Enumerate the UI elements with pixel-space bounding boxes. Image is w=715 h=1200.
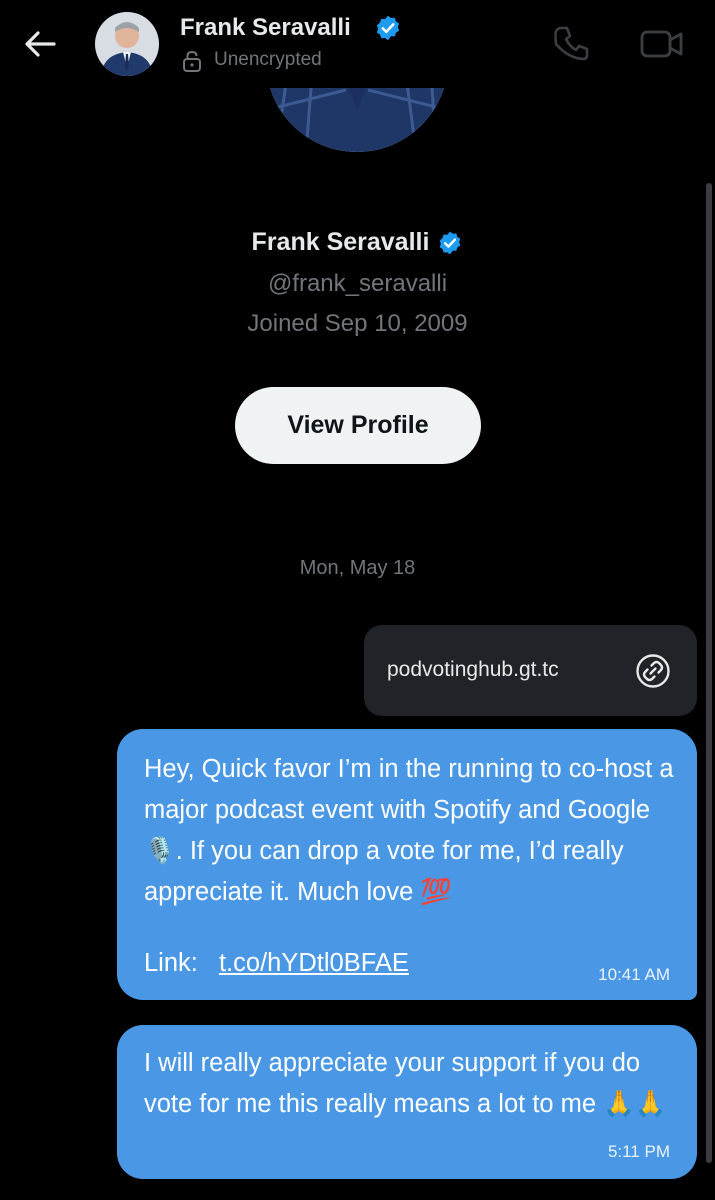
- lock-icon: [182, 50, 202, 72]
- message-bubble[interactable]: Hey, Quick favor I’m in the running to c…: [117, 729, 697, 1000]
- message-link-label: Link:: [144, 949, 198, 977]
- verified-badge-icon: [374, 14, 402, 42]
- profile-joined-date: Joined Sep 10, 2009: [247, 310, 468, 337]
- date-separator: Mon, May 18: [299, 557, 416, 579]
- message-timestamp: 10:41 AM: [598, 965, 670, 984]
- link-preview-url[interactable]: podvotinghub.gt.tc: [387, 658, 559, 682]
- conversation-header: Frank Seravalli Unencrypted: [0, 0, 715, 88]
- profile-handle: @frank_seravalli: [267, 270, 448, 297]
- link-icon: [636, 654, 670, 688]
- avatar[interactable]: [95, 12, 159, 76]
- message-timestamp: 5:11 PM: [607, 1142, 670, 1161]
- encryption-status: Unencrypted: [214, 49, 322, 70]
- link-preview-card[interactable]: podvotinghub.gt.tc: [364, 625, 697, 716]
- verified-badge-icon: [440, 231, 461, 254]
- message-bubble[interactable]: I will really appreciate your support if…: [117, 1025, 697, 1179]
- video-call-icon[interactable]: [640, 26, 684, 62]
- phone-call-icon[interactable]: [552, 24, 590, 62]
- scrollbar[interactable]: [706, 183, 712, 1163]
- message-link[interactable]: t.co/hYDtl0BFAE: [219, 949, 409, 977]
- message-text: Hey, Quick favor I’m in the running to c…: [144, 755, 674, 906]
- profile-name-row: Frank Seravalli: [0, 228, 715, 257]
- profile-name: Frank Seravalli: [251, 228, 430, 256]
- back-arrow-icon[interactable]: [20, 24, 60, 64]
- message-link-row: Link: t.co/hYDtl0BFAE: [144, 949, 409, 978]
- message-text: I will really appreciate your support if…: [144, 1049, 667, 1118]
- view-profile-button[interactable]: View Profile: [235, 387, 481, 464]
- header-name[interactable]: Frank Seravalli: [180, 14, 351, 42]
